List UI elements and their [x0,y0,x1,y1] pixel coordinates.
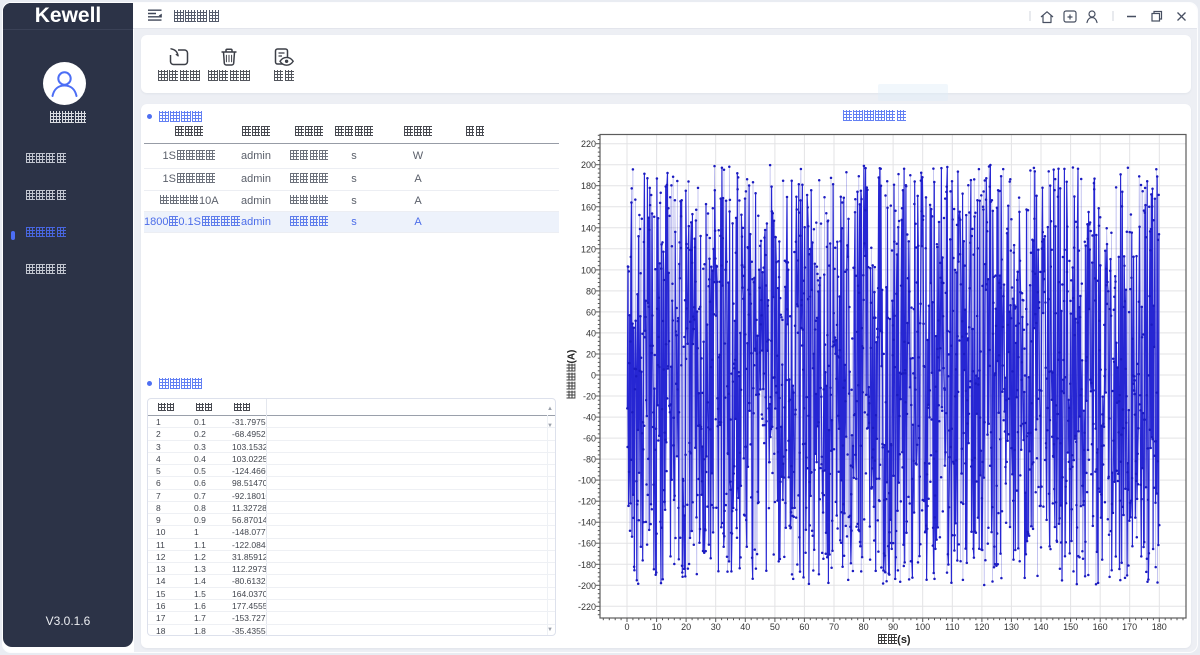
svg-text:-120: -120 [578,497,596,507]
svg-text:20: 20 [586,350,596,360]
svg-text:160: 160 [1093,622,1108,632]
svg-text:60: 60 [586,307,596,317]
svg-text:30: 30 [711,622,721,632]
svg-text:180: 180 [1152,622,1167,632]
svg-text:-160: -160 [578,539,596,549]
svg-text:170: 170 [1122,622,1137,632]
svg-text:-200: -200 [578,581,596,591]
svg-text:180: 180 [581,181,596,191]
svg-text:140: 140 [581,223,596,233]
svg-text:40: 40 [740,622,750,632]
svg-text:100: 100 [581,265,596,275]
svg-text:160: 160 [581,202,596,212]
svg-text:80: 80 [586,286,596,296]
svg-text:220: 220 [581,139,596,149]
svg-text:-80: -80 [583,455,596,465]
svg-text:-40: -40 [583,413,596,423]
svg-text:-220: -220 [578,602,596,612]
svg-text:130: 130 [1004,622,1019,632]
svg-text:-20: -20 [583,392,596,402]
svg-text:-140: -140 [578,518,596,528]
svg-text:120: 120 [974,622,989,632]
svg-text:50: 50 [770,622,780,632]
svg-text:-180: -180 [578,560,596,570]
svg-text:0: 0 [591,371,596,381]
svg-text:150: 150 [1063,622,1078,632]
svg-text:10: 10 [652,622,662,632]
svg-text:80: 80 [859,622,869,632]
svg-text:-60: -60 [583,434,596,444]
svg-text:90: 90 [888,622,898,632]
svg-text:20: 20 [681,622,691,632]
svg-text:120: 120 [581,244,596,254]
svg-text:200: 200 [581,160,596,170]
svg-text:0: 0 [624,622,629,632]
svg-text:110: 110 [945,622,959,632]
svg-text:140: 140 [1033,622,1048,632]
svg-text:60: 60 [799,622,809,632]
svg-text:100: 100 [915,622,930,632]
svg-text:70: 70 [829,622,839,632]
svg-text:-100: -100 [578,476,596,486]
svg-text:40: 40 [586,328,596,338]
